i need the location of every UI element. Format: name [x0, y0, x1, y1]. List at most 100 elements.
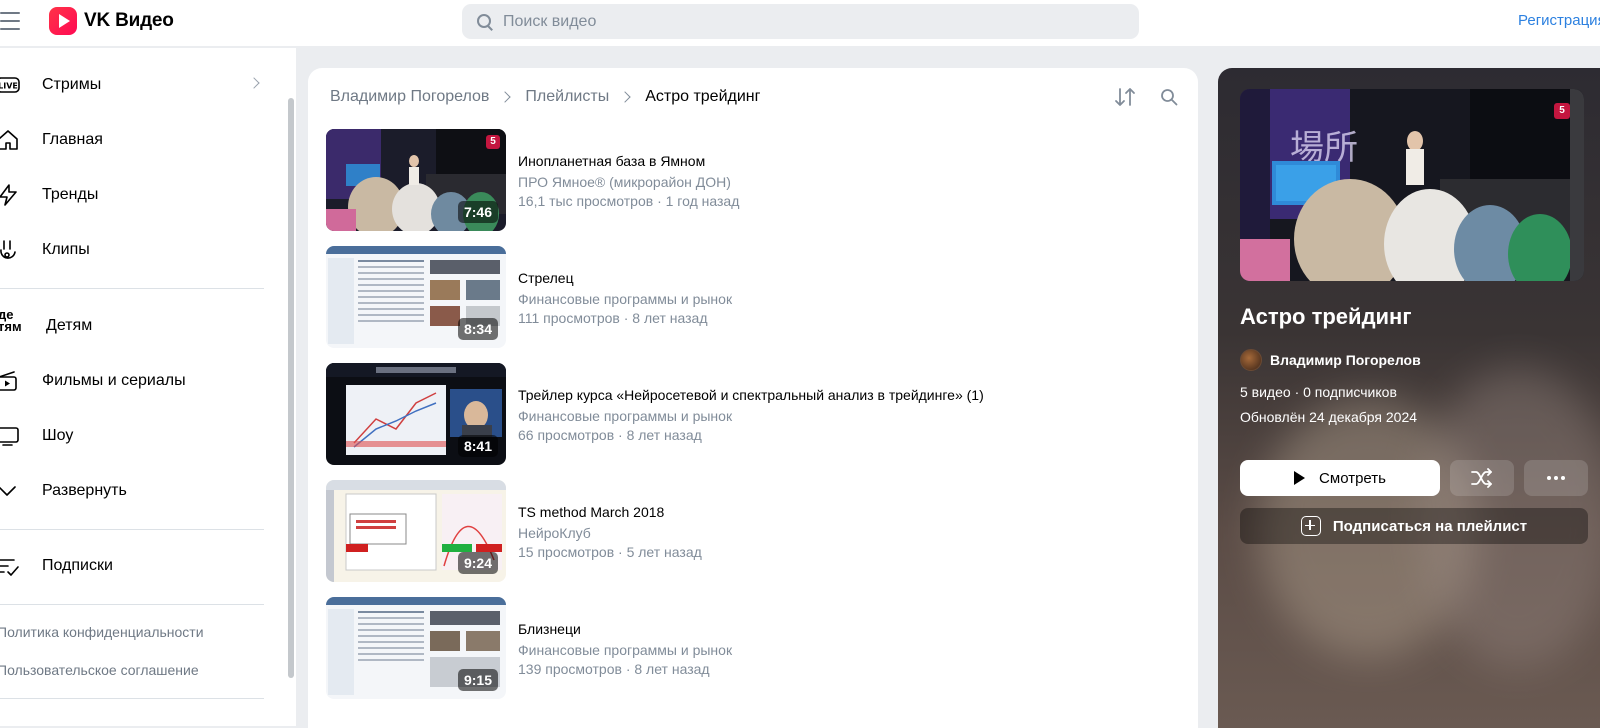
video-thumbnail[interactable]: 8:34	[326, 246, 506, 348]
video-channel[interactable]: Финансовые программы и рынок	[518, 642, 732, 658]
vk-video-logo[interactable]: VK Видео	[49, 7, 174, 35]
chevron-down-icon	[0, 486, 16, 496]
video-thumbnail[interactable]: 9:15	[326, 597, 506, 699]
sidebar-item-movies[interactable]: Фильмы и сериалы	[0, 361, 270, 401]
top-header: VK Видео Регистрация	[0, 0, 1600, 46]
video-duration: 9:24	[457, 552, 498, 574]
playlist-stats: 5 видео · 0 подписчиков	[1240, 384, 1397, 400]
video-list-item[interactable]: 9:24 TS method March 2018 НейроКлуб 15 п…	[326, 480, 1176, 583]
sidebar-item-label: Главная	[42, 131, 103, 148]
chevron-right-icon	[248, 77, 260, 89]
playlist-video-list: Владимир Погорелов Плейлисты Астро трейд…	[308, 68, 1198, 728]
search-bar[interactable]	[462, 4, 1139, 39]
sidebar-item-label: Фильмы и сериалы	[42, 372, 186, 389]
tv-icon	[0, 427, 19, 446]
sidebar-item-label: Тренды	[42, 186, 99, 203]
subscribe-button-label: Подписаться на плейлист	[1332, 517, 1528, 535]
sidebar-item-label: Развернуть	[42, 482, 127, 499]
video-meta: 139 просмотров · 8 лет назад	[518, 661, 710, 677]
chevron-right-icon	[619, 91, 631, 103]
breadcrumb-channel[interactable]: Владимир Погорелов	[330, 88, 489, 106]
sidebar-item-label: Клипы	[42, 241, 90, 258]
video-thumbnail[interactable]: 5 7:46	[326, 129, 506, 231]
playlist-info-panel: 場所 5 Астро трейдинг Владимир Погорелов 5…	[1218, 68, 1600, 728]
more-dot-icon	[1561, 476, 1565, 480]
breadcrumb: Владимир Погорелов Плейлисты Астро трейд…	[330, 88, 760, 106]
video-title[interactable]: Близнеци	[518, 621, 581, 637]
video-list-item[interactable]: 8:34 Стрелец Финансовые программы и рыно…	[326, 246, 1176, 349]
sort-icon[interactable]	[1114, 86, 1136, 108]
more-options-button[interactable]	[1524, 460, 1588, 496]
video-duration: 8:41	[457, 435, 498, 457]
video-title[interactable]: Инопланетная база в Ямном	[518, 153, 705, 169]
owner-name[interactable]: Владимир Погорелов	[1270, 352, 1421, 368]
video-meta: 16,1 тыс просмотров · 1 год назад	[518, 193, 740, 209]
sidebar: LIVE Стримы Главная Тренды Клипы де тям Д…	[0, 48, 296, 726]
subscribe-playlist-button[interactable]: Подписаться на плейлист	[1240, 508, 1588, 544]
play-icon	[1294, 471, 1306, 485]
sidebar-divider	[0, 529, 264, 530]
search-icon	[476, 13, 494, 31]
kids-icon-line-2: тям	[0, 319, 22, 334]
home-icon	[0, 130, 18, 150]
search-icon[interactable]	[1160, 88, 1178, 106]
breadcrumb-current: Астро трейдинг	[645, 88, 761, 105]
playlist-title: Астро трейдинг	[1240, 304, 1412, 329]
logo-text: VK Видео	[84, 10, 174, 31]
sidebar-divider	[0, 604, 264, 605]
sidebar-item-label: Детям	[46, 317, 93, 334]
add-icon	[1300, 516, 1321, 536]
sidebar-item-label: Шоу	[42, 427, 74, 444]
menu-icon[interactable]	[0, 12, 20, 32]
more-dot-icon	[1554, 476, 1558, 480]
video-list-item[interactable]: 9:15 Близнеци Финансовые программы и рын…	[326, 597, 1176, 700]
playlist-owner[interactable]: Владимир Погорелов	[1240, 349, 1421, 371]
shuffle-button[interactable]	[1450, 460, 1514, 496]
video-list-item[interactable]: 5 7:46 Инопланетная база в Ямном ПРО Ямн…	[326, 129, 1176, 232]
avatar[interactable]	[1240, 349, 1262, 371]
sidebar-item-expand[interactable]: Развернуть	[0, 471, 270, 511]
video-meta: 15 просмотров · 5 лет назад	[518, 544, 702, 560]
video-title[interactable]: Трейлер курса «Нейросетевой и спектральн…	[518, 387, 984, 403]
lightning-icon	[0, 184, 17, 206]
video-duration: 9:15	[457, 669, 498, 691]
sidebar-scrollbar[interactable]	[288, 98, 294, 678]
user-agreement-link[interactable]: Пользовательское соглашение	[0, 662, 199, 678]
watch-button-label: Смотреть	[1319, 469, 1386, 487]
sidebar-item-streams[interactable]: LIVE Стримы	[0, 65, 270, 105]
video-duration: 7:46	[457, 201, 498, 223]
sidebar-item-label: Стримы	[42, 76, 102, 93]
sidebar-item-kids[interactable]: де тям Детям	[0, 306, 270, 346]
sidebar-item-home[interactable]: Главная	[0, 120, 270, 160]
chevron-right-icon	[499, 91, 512, 103]
video-channel[interactable]: Финансовые программы и рынок	[518, 291, 732, 307]
register-link[interactable]: Регистрация	[1518, 12, 1600, 29]
video-thumbnail[interactable]: 9:24	[326, 480, 506, 582]
breadcrumb-playlists[interactable]: Плейлисты	[525, 88, 609, 106]
sidebar-divider	[0, 698, 264, 699]
video-thumbnail[interactable]: 8:41	[326, 363, 506, 465]
sidebar-item-clips[interactable]: Клипы	[0, 230, 270, 270]
search-input[interactable]	[503, 12, 1103, 31]
watch-button[interactable]: Смотреть	[1240, 460, 1440, 496]
playlist-cover[interactable]: 場所 5	[1240, 89, 1584, 281]
channel-badge: 5	[1554, 103, 1570, 119]
channel-badge: 5	[486, 135, 500, 149]
video-channel[interactable]: НейроКлуб	[518, 525, 591, 541]
more-dot-icon	[1547, 476, 1551, 480]
video-channel[interactable]: Финансовые программы и рынок	[518, 408, 732, 424]
privacy-policy-link[interactable]: Политика конфиденциальности	[0, 624, 204, 640]
sidebar-divider	[0, 288, 264, 289]
sidebar-item-subscriptions[interactable]: Подписки	[0, 546, 270, 586]
sidebar-item-shows[interactable]: Шоу	[0, 416, 270, 456]
shuffle-icon	[1471, 468, 1492, 488]
video-list-item[interactable]: 8:41 Трейлер курса «Нейросетевой и спект…	[326, 363, 1176, 466]
live-icon: LIVE	[0, 77, 20, 93]
video-channel[interactable]: ПРО Ямное® (микрорайон ДОН)	[518, 174, 731, 190]
kids-icon: де тям	[0, 308, 28, 334]
video-title[interactable]: Стрелец	[518, 270, 574, 286]
sidebar-item-label: Подписки	[42, 557, 113, 574]
video-title[interactable]: TS method March 2018	[518, 504, 664, 520]
vk-video-logo-icon	[49, 7, 77, 35]
sidebar-item-trends[interactable]: Тренды	[0, 175, 270, 215]
